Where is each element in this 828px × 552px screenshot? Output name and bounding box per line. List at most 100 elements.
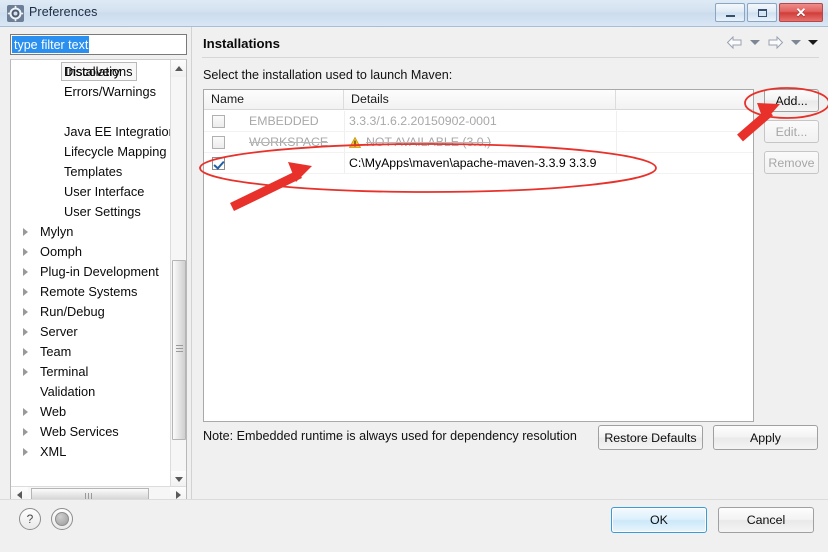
tree-item-mylyn[interactable]: Mylyn	[11, 222, 171, 242]
chevron-right-icon[interactable]	[23, 328, 28, 336]
tree-item-discovery[interactable]: Discovery	[11, 62, 171, 82]
chevron-right-icon[interactable]	[23, 228, 28, 236]
tree-item-label: Java EE Integration	[64, 124, 171, 139]
tree-item-templates[interactable]: Templates	[11, 162, 171, 182]
apply-button[interactable]: Apply	[713, 425, 818, 450]
chevron-right-icon[interactable]	[23, 268, 28, 276]
tree-item-xml[interactable]: XML	[11, 442, 171, 462]
edit-button: Edit...	[764, 120, 819, 143]
tree-item-label: Server	[40, 324, 78, 339]
chevron-right-icon[interactable]	[23, 308, 28, 316]
dialog-body: type filter text Installations Discovery…	[0, 27, 828, 504]
tree-item-label: Team	[40, 344, 72, 359]
minimize-icon	[725, 14, 735, 17]
tree-item-lifecycle-mapping[interactable]: Lifecycle Mapping	[11, 142, 171, 162]
tree-item-label: User Interface	[64, 184, 145, 199]
preferences-gear-icon	[7, 5, 24, 22]
triangle-right-icon	[176, 491, 181, 499]
row-checkbox[interactable]	[212, 115, 225, 128]
column-header-name[interactable]: Name	[204, 90, 344, 109]
installations-table[interactable]: Name Details EMBEDDED 3.3.3/1.6.2.201509…	[203, 89, 754, 422]
scroll-grip-icon	[176, 345, 183, 352]
triangle-left-icon	[17, 491, 22, 499]
chevron-right-icon[interactable]	[23, 248, 28, 256]
back-history-chevron-down-icon[interactable]	[750, 40, 760, 45]
tree-item-web[interactable]: Web	[11, 402, 171, 422]
tree-vertical-scrollbar[interactable]	[170, 60, 186, 488]
tree-item-web-services[interactable]: Web Services	[11, 422, 171, 442]
tree-item-label: Oomph	[40, 244, 82, 259]
tree-item-terminal[interactable]: Terminal	[11, 362, 171, 382]
help-question-icon[interactable]: ?	[19, 508, 41, 530]
chevron-right-icon[interactable]	[23, 428, 28, 436]
table-action-buttons: Add... Edit... Remove	[764, 89, 822, 182]
tree-item-user-settings[interactable]: User Settings	[11, 202, 171, 222]
tree-item-java-ee-integration[interactable]: Java EE Integration	[11, 122, 171, 142]
tree-item-team[interactable]: Team	[11, 342, 171, 362]
dialog-footer: ? OK Cancel	[0, 499, 828, 552]
title-bar: Preferences ✕	[0, 0, 828, 27]
vertical-scroll-thumb[interactable]	[172, 260, 186, 440]
chevron-right-icon[interactable]	[23, 368, 28, 376]
tree-item-run-debug[interactable]: Run/Debug	[11, 302, 171, 322]
table-row[interactable]: C:\MyApps\maven\apache-maven-3.3.9 3.3.9	[204, 153, 753, 174]
dialog-buttons: OK Cancel	[611, 507, 814, 533]
page-buttons: Restore Defaults Apply	[598, 425, 818, 450]
tree-item-remote-systems[interactable]: Remote Systems	[11, 282, 171, 302]
cell-separator	[344, 111, 345, 132]
tree-item-label: Terminal	[40, 364, 89, 379]
row-checkbox[interactable]	[212, 157, 225, 170]
preferences-sidebar: type filter text Installations Discovery…	[6, 31, 188, 504]
cell-separator	[616, 111, 617, 132]
tree-item-label: XML	[40, 444, 67, 459]
tree-item-label: User Settings	[64, 204, 141, 219]
table-row[interactable]: EMBEDDED 3.3.3/1.6.2.20150902-0001	[204, 111, 753, 132]
triangle-down-icon	[175, 477, 183, 482]
tree-item-label: Web Services	[40, 424, 119, 439]
table-row[interactable]: WORKSPACE NOT AVAILABLE (3.0,)	[204, 132, 753, 153]
tree-item-label: Lifecycle Mapping	[64, 144, 167, 159]
page-menu-chevron-down-icon[interactable]	[808, 40, 818, 45]
remove-button: Remove	[764, 151, 819, 174]
tree-item-label: Plug-in Development	[40, 264, 159, 279]
maximize-button[interactable]	[747, 3, 777, 22]
close-button[interactable]: ✕	[779, 3, 823, 22]
preferences-tree[interactable]: Installations Discovery Errors/Warnings …	[10, 59, 187, 504]
add-button[interactable]: Add...	[764, 89, 819, 112]
tree-item-label: Templates	[64, 164, 123, 179]
chevron-right-icon[interactable]	[23, 288, 28, 296]
row-details: NOT AVAILABLE (3.0,)	[366, 135, 492, 149]
filter-input[interactable]: type filter text	[10, 34, 187, 55]
tree-item-label: Errors/Warnings	[64, 84, 156, 99]
minimize-button[interactable]	[715, 3, 745, 22]
back-arrow-icon[interactable]	[726, 35, 743, 50]
tree-item-label: Web	[40, 404, 67, 419]
cell-separator	[344, 132, 345, 153]
row-details: C:\MyApps\maven\apache-maven-3.3.9 3.3.9	[349, 156, 597, 170]
scroll-up-button[interactable]	[171, 60, 186, 77]
cancel-button[interactable]: Cancel	[718, 507, 814, 533]
chevron-right-icon[interactable]	[23, 408, 28, 416]
tree-item-oomph[interactable]: Oomph	[11, 242, 171, 262]
maximize-icon	[757, 8, 767, 17]
apply-to-all-icon[interactable]	[51, 508, 73, 530]
filter-input-value: type filter text	[12, 36, 90, 53]
chevron-right-icon[interactable]	[23, 348, 28, 356]
cell-separator	[344, 153, 345, 174]
column-header-details[interactable]: Details	[344, 90, 616, 109]
forward-history-chevron-down-icon[interactable]	[791, 40, 801, 45]
tree-item-plug-in-development[interactable]: Plug-in Development	[11, 262, 171, 282]
tree-item-validation[interactable]: Validation	[11, 382, 171, 402]
chevron-right-icon[interactable]	[23, 448, 28, 456]
restore-defaults-button[interactable]: Restore Defaults	[598, 425, 703, 450]
tree-item-user-interface[interactable]: User Interface	[11, 182, 171, 202]
title-separator	[202, 57, 819, 58]
tree-item-errors-warnings[interactable]: Errors/Warnings	[11, 82, 171, 102]
page-note: Note: Embedded runtime is always used fo…	[203, 429, 577, 443]
ok-button[interactable]: OK	[611, 507, 707, 533]
table-header: Name Details	[204, 90, 753, 110]
column-header-blank[interactable]	[616, 90, 753, 109]
row-checkbox[interactable]	[212, 136, 225, 149]
forward-arrow-icon[interactable]	[767, 35, 784, 50]
tree-item-server[interactable]: Server	[11, 322, 171, 342]
